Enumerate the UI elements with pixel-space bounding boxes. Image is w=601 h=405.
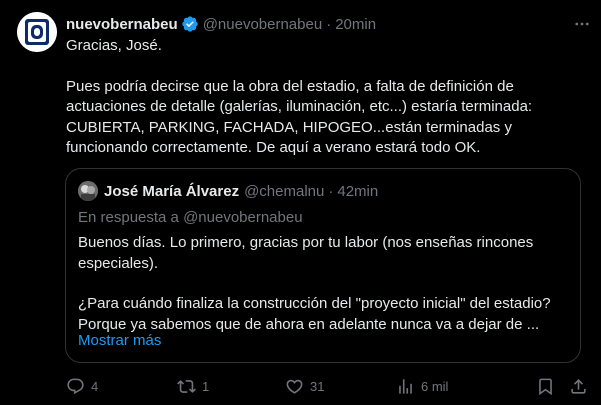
like-count: 31 bbox=[310, 378, 325, 394]
bookmark-button[interactable] bbox=[536, 377, 555, 396]
quoted-author-avatar[interactable] bbox=[78, 181, 98, 201]
quoted-author-name[interactable]: José María Álvarez bbox=[104, 183, 239, 200]
nuevobernabeu-logo bbox=[17, 12, 57, 52]
separator-dot: · bbox=[326, 15, 332, 33]
tweet-paragraph: Pues podría decirse que la obra del esta… bbox=[66, 77, 533, 157]
share-button[interactable] bbox=[569, 377, 588, 396]
quoted-tweet-text: Buenos días. Lo primero, gracias por tu … bbox=[78, 233, 570, 335]
retweet-icon bbox=[177, 379, 196, 393]
quoted-tweet-time[interactable]: 42min bbox=[337, 183, 378, 200]
quoted-paragraph: ¿Para cuándo finaliza la construcción de… bbox=[78, 295, 551, 333]
separator-dot: · bbox=[328, 182, 334, 200]
show-more-link[interactable]: Mostrar más bbox=[78, 332, 161, 349]
author-handle[interactable]: @nuevobernabeu bbox=[203, 16, 323, 33]
like-button[interactable]: 31 bbox=[285, 377, 324, 396]
views-button[interactable]: 6 mil bbox=[396, 377, 448, 396]
tweet-time[interactable]: 20min bbox=[335, 16, 376, 33]
reply-context: En respuesta a @nuevobernabeu bbox=[78, 209, 303, 226]
more-icon[interactable] bbox=[571, 13, 593, 35]
views-icon bbox=[399, 378, 412, 394]
views-count: 6 mil bbox=[421, 378, 449, 394]
verified-badge-icon bbox=[181, 15, 199, 33]
reply-icon bbox=[67, 378, 84, 394]
share-icon bbox=[571, 378, 586, 394]
reply-button[interactable]: 4 bbox=[66, 377, 98, 396]
tweet-text: Gracias, José. Pues podría decirse que l… bbox=[66, 36, 576, 159]
author-avatar[interactable] bbox=[17, 12, 57, 52]
tweet-header: nuevobernabeu @nuevobernabeu · 20min bbox=[66, 13, 589, 35]
tweet-actions: 4 1 31 6 mil bbox=[66, 375, 587, 397]
quoted-author-handle[interactable]: @chemalnu bbox=[244, 183, 324, 200]
bookmark-icon bbox=[539, 378, 552, 395]
tweet-paragraph: Gracias, José. bbox=[66, 37, 162, 54]
like-icon bbox=[286, 379, 303, 394]
retweet-button[interactable]: 1 bbox=[177, 377, 209, 396]
retweet-count: 1 bbox=[202, 378, 210, 394]
quoted-tweet[interactable]: José María Álvarez @chemalnu · 42min En … bbox=[65, 168, 581, 363]
quoted-tweet-header: José María Álvarez @chemalnu · 42min bbox=[78, 181, 378, 201]
quoted-paragraph: Buenos días. Lo primero, gracias por tu … bbox=[78, 234, 534, 272]
reply-count: 4 bbox=[91, 378, 99, 394]
author-name[interactable]: nuevobernabeu bbox=[66, 16, 178, 33]
